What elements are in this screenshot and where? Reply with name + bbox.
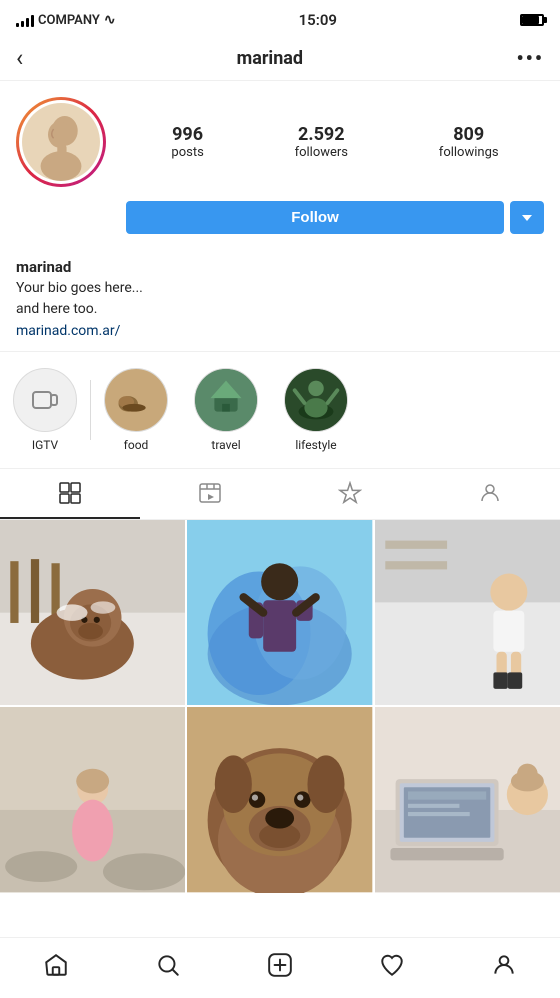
followers-count: 2.592 — [298, 124, 345, 145]
grid-item[interactable] — [187, 520, 372, 705]
avatar-ring — [16, 97, 106, 187]
profile-username-nav: marinad — [237, 48, 303, 69]
back-button[interactable]: ‹ — [16, 44, 23, 72]
highlight-igtv[interactable]: IGTV — [0, 364, 90, 456]
avatar-image — [19, 100, 103, 184]
profile-stats: 996 posts 2.592 followers 809 followings — [126, 124, 544, 160]
profile-bio: marinad Your bio goes here... and here t… — [0, 258, 560, 351]
profile-top: 996 posts 2.592 followers 809 followings — [16, 97, 544, 187]
more-options-button[interactable]: ••• — [516, 46, 544, 70]
highlights-row: IGTV food travel — [0, 351, 560, 469]
bio-text-line2: and here too. — [16, 299, 544, 320]
highlight-label-igtv: IGTV — [32, 438, 58, 452]
status-time: 15:09 — [299, 11, 337, 29]
profile-header: 996 posts 2.592 followers 809 followings… — [0, 81, 560, 258]
bio-link[interactable]: marinad.com.ar/ — [16, 323, 120, 339]
followings-count: 809 — [453, 124, 484, 145]
follow-dropdown-button[interactable] — [510, 201, 544, 234]
bio-username: marinad — [16, 258, 544, 276]
avatar[interactable] — [16, 97, 106, 187]
nav-profile[interactable] — [475, 948, 533, 982]
photo-grid — [0, 520, 560, 893]
stat-followings[interactable]: 809 followings — [439, 124, 499, 160]
stat-posts[interactable]: 996 posts — [171, 124, 203, 160]
highlight-circle-igtv — [13, 368, 77, 432]
highlight-travel[interactable]: travel — [181, 364, 271, 456]
nav-search[interactable] — [139, 948, 197, 982]
followers-label: followers — [295, 145, 348, 160]
bio-text-line1: Your bio goes here... — [16, 278, 544, 299]
tab-grid[interactable] — [0, 469, 140, 519]
tab-saved[interactable] — [280, 469, 420, 519]
content-tabs — [0, 469, 560, 520]
grid-item[interactable] — [375, 707, 560, 892]
highlight-circle-food — [104, 368, 168, 432]
grid-item[interactable] — [187, 707, 372, 892]
top-nav: ‹ marinad ••• — [0, 36, 560, 81]
status-carrier: COMPANY ∿ — [16, 12, 116, 28]
highlight-circle-lifestyle — [284, 368, 348, 432]
nav-add[interactable] — [251, 948, 309, 982]
follow-button[interactable]: Follow — [126, 201, 504, 234]
bottom-nav — [0, 937, 560, 998]
highlight-label-lifestyle: lifestyle — [295, 438, 336, 452]
grid-item[interactable] — [0, 707, 185, 892]
wifi-icon: ∿ — [104, 12, 116, 28]
chevron-down-icon — [522, 215, 532, 221]
signal-icon — [16, 13, 34, 27]
follow-row: Follow — [126, 201, 544, 234]
highlight-label-travel: travel — [211, 438, 240, 452]
highlight-lifestyle[interactable]: lifestyle — [271, 364, 361, 456]
status-right — [520, 14, 544, 26]
nav-home[interactable] — [27, 948, 85, 982]
tab-reels[interactable] — [140, 469, 280, 519]
highlight-food[interactable]: food — [91, 364, 181, 456]
posts-label: posts — [171, 145, 203, 160]
grid-item[interactable] — [0, 520, 185, 705]
nav-likes[interactable] — [363, 948, 421, 982]
grid-item[interactable] — [375, 520, 560, 705]
posts-count: 996 — [172, 124, 203, 145]
followings-label: followings — [439, 145, 499, 160]
stat-followers[interactable]: 2.592 followers — [295, 124, 348, 160]
highlight-circle-travel — [194, 368, 258, 432]
tab-tagged[interactable] — [420, 469, 560, 519]
highlight-label-food: food — [124, 438, 149, 452]
status-bar: COMPANY ∿ 15:09 — [0, 0, 560, 36]
battery-icon — [520, 14, 544, 26]
